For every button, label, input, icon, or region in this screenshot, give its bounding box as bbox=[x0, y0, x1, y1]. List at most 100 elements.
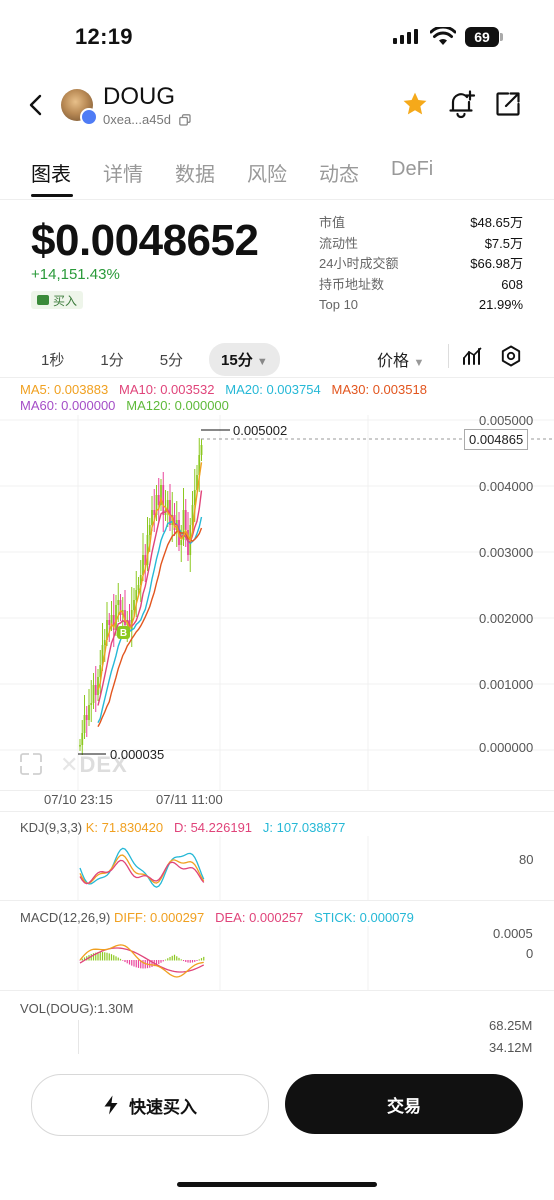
tab-risk[interactable]: 风险 bbox=[247, 158, 319, 187]
current-price: $0.0048652 bbox=[31, 216, 259, 265]
macd-bar bbox=[196, 960, 198, 961]
macd-bar bbox=[124, 960, 126, 963]
macd-bar bbox=[173, 954, 176, 961]
share-icon[interactable] bbox=[495, 91, 521, 117]
stat-liquidity: 流动性 $7.5万 bbox=[319, 235, 523, 251]
buy-tag: 买入 bbox=[31, 291, 84, 309]
tab-data[interactable]: 数据 bbox=[175, 158, 247, 187]
y-tick: 0.003000 bbox=[479, 545, 534, 560]
macd-bar bbox=[126, 960, 128, 964]
macd-bar bbox=[169, 957, 171, 961]
stat-holders: 持币地址数 608 bbox=[319, 276, 523, 292]
macd-bar bbox=[171, 955, 173, 961]
trade-button[interactable]: 交易 bbox=[285, 1074, 523, 1134]
interval-1s[interactable]: 1秒 bbox=[31, 343, 74, 376]
candle-body bbox=[135, 590, 138, 600]
copy-icon[interactable] bbox=[179, 114, 191, 126]
divider bbox=[0, 990, 554, 991]
settings-icon[interactable] bbox=[500, 345, 522, 367]
lightning-icon bbox=[104, 1095, 118, 1115]
candle-body bbox=[79, 745, 81, 747]
macd-bar bbox=[191, 960, 194, 963]
battery-indicator: 69 bbox=[465, 27, 499, 47]
macd-bar bbox=[194, 960, 196, 962]
interval-1m[interactable]: 1分 bbox=[90, 343, 133, 376]
ma60-label: MA60: 0.000000 bbox=[20, 398, 116, 413]
interval-15m-label: 15分 bbox=[221, 352, 253, 369]
back-icon[interactable] bbox=[27, 94, 45, 116]
chevron-down-icon: ▼ bbox=[413, 357, 425, 369]
interval-15m[interactable]: 15分 ▼ bbox=[209, 343, 280, 376]
indicator-icon[interactable] bbox=[462, 346, 484, 366]
kdj-d-line bbox=[79, 859, 205, 885]
expand-icon[interactable] bbox=[20, 753, 42, 775]
x-tick: 07/10 23:15 bbox=[44, 792, 113, 807]
divider bbox=[0, 790, 554, 791]
token-address[interactable]: 0xea...a45d bbox=[103, 112, 171, 127]
y-tick: 0.004000 bbox=[479, 479, 534, 494]
macd-bar bbox=[113, 955, 115, 961]
candle-body bbox=[85, 715, 88, 720]
macd-bar bbox=[162, 960, 164, 962]
macd-bar bbox=[119, 958, 122, 961]
kdj-chart bbox=[77, 836, 369, 900]
candle-body bbox=[151, 510, 153, 525]
ma5-line bbox=[97, 462, 203, 690]
macd-bar bbox=[189, 960, 191, 963]
kdj-d: D: 54.226191 bbox=[173, 820, 253, 835]
candle-body bbox=[103, 640, 106, 645]
candle-body bbox=[92, 685, 95, 703]
macd-bar bbox=[160, 960, 162, 963]
wifi-icon bbox=[430, 27, 456, 45]
macd-bar bbox=[81, 958, 83, 961]
chain-badge-icon bbox=[80, 108, 98, 126]
divider bbox=[0, 900, 554, 901]
candle-body bbox=[88, 705, 90, 720]
divider bbox=[0, 199, 554, 200]
kdj-title: KDJ(9,3,3) bbox=[20, 820, 83, 835]
favorite-star-icon[interactable] bbox=[401, 90, 429, 118]
candle-body bbox=[137, 585, 140, 590]
candle-body bbox=[81, 733, 84, 745]
buy-marker-label: B bbox=[119, 628, 128, 639]
interval-5m[interactable]: 5分 bbox=[150, 343, 193, 376]
macd-bar bbox=[104, 952, 106, 961]
volume-title: VOL(DOUG):1.30M bbox=[20, 1001, 134, 1016]
ma30-label: MA30: 0.003518 bbox=[331, 382, 427, 397]
macd-dea: DEA: 0.000257 bbox=[215, 910, 304, 925]
tab-activity[interactable]: 动态 bbox=[319, 158, 391, 187]
candle-body bbox=[94, 685, 97, 695]
kdj-j-line bbox=[79, 847, 205, 888]
ma5-label: MA5: 0.003883 bbox=[20, 382, 109, 397]
candle-body bbox=[117, 600, 120, 605]
token-name: DOUG bbox=[103, 83, 175, 110]
macd-bar bbox=[200, 958, 203, 961]
price-mode-label: 价格 bbox=[377, 353, 410, 370]
quick-buy-button[interactable]: 快速买入 bbox=[31, 1074, 269, 1136]
macd-bar bbox=[164, 959, 167, 961]
price-change: +14,151.43% bbox=[31, 266, 120, 283]
stat-market-cap: 市值 $48.65万 bbox=[319, 215, 523, 230]
quick-buy-label: 快速买入 bbox=[129, 1097, 197, 1117]
ma20-label: MA20: 0.003754 bbox=[225, 382, 321, 397]
macd-bar bbox=[135, 960, 137, 968]
y-tick: 0.005000 bbox=[479, 413, 534, 428]
tab-chart[interactable]: 图表 bbox=[31, 158, 103, 187]
stat-top10: Top 10 21.99% bbox=[319, 297, 523, 313]
buy-tag-icon bbox=[37, 295, 49, 305]
candle-body bbox=[83, 715, 86, 733]
macd-bar bbox=[176, 956, 178, 961]
macd-bar bbox=[110, 954, 113, 961]
signal-icon bbox=[393, 29, 418, 44]
candle-body bbox=[166, 500, 169, 510]
price-alert-bell-icon[interactable] bbox=[447, 89, 477, 119]
kdj-k: K: 71.830420 bbox=[85, 820, 164, 835]
tab-bar: 图表 详情 数据 风险 动态 DeFi bbox=[31, 158, 463, 187]
kdj-legend: KDJ(9,3,3) K: 71.830420 D: 54.226191 J: … bbox=[20, 820, 345, 835]
price-mode-select[interactable]: 价格 ▼ bbox=[377, 347, 424, 371]
price-chart[interactable] bbox=[0, 415, 554, 790]
macd-bar bbox=[137, 960, 140, 968]
tab-details[interactable]: 详情 bbox=[103, 158, 175, 187]
ma10-label: MA10: 0.003532 bbox=[119, 382, 215, 397]
tab-defi[interactable]: DeFi bbox=[391, 158, 463, 187]
